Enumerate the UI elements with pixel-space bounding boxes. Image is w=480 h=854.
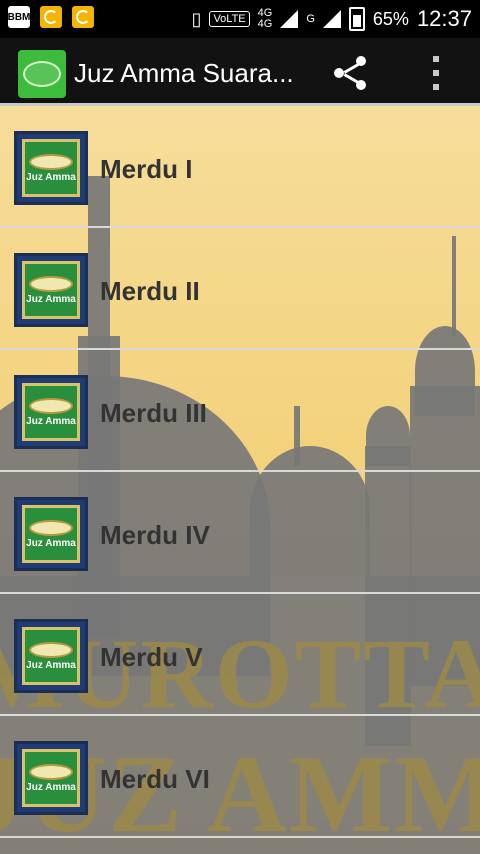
sync-icon	[40, 6, 62, 28]
app-icon[interactable]	[18, 50, 66, 98]
list-item[interactable]: Juz Amma Merdu VI	[0, 716, 480, 838]
list-item[interactable]: Juz Amma Merdu V	[0, 594, 480, 716]
list-item-label: Merdu II	[100, 276, 200, 306]
battery-icon	[348, 7, 365, 31]
content-area: MUROTTAL JUZ AMMA Juz Amma Merdu I Juz A…	[0, 106, 480, 854]
list-item-label: Merdu VI	[100, 764, 210, 794]
list-item[interactable]: Juz Amma Merdu III	[0, 350, 480, 472]
list-item[interactable]: Juz Amma Merdu IV	[0, 472, 480, 594]
list-item[interactable]: Juz Amma Merdu II	[0, 228, 480, 350]
signal-icon-2	[322, 10, 341, 28]
juz-amma-thumbnail: Juz Amma	[14, 375, 88, 449]
action-bar: Juz Amma Suara...	[0, 38, 480, 106]
more-vert-icon[interactable]	[430, 56, 442, 90]
list-item-label: Merdu V	[100, 642, 203, 672]
thumbnail-text: Juz Amma	[26, 659, 76, 671]
list-item-label: Merdu III	[100, 398, 207, 428]
juz-amma-thumbnail: Juz Amma	[14, 497, 88, 571]
track-list: Juz Amma Merdu I Juz Amma Merdu II Juz A…	[0, 106, 480, 838]
notification-icons: BBM	[8, 6, 94, 28]
share-icon[interactable]	[334, 56, 368, 90]
g-label: G	[306, 12, 315, 25]
signal-icon	[280, 10, 299, 28]
clock: 12:37	[416, 6, 472, 31]
status-icons: ▯ VoLTE 4G 4G G 65% 12:37	[192, 0, 472, 38]
thumbnail-text: Juz Amma	[26, 171, 76, 183]
juz-amma-thumbnail: Juz Amma	[14, 131, 88, 205]
list-item-label: Merdu I	[100, 154, 193, 184]
bbm-label: BBM	[7, 11, 31, 23]
vibrate-icon: ▯	[191, 8, 202, 29]
status-bar: BBM ▯ VoLTE 4G 4G G 65% 12:37	[0, 0, 480, 38]
thumbnail-text: Juz Amma	[26, 537, 76, 549]
list-item[interactable]: Juz Amma Merdu I	[0, 106, 480, 228]
juz-amma-thumbnail: Juz Amma	[14, 741, 88, 815]
bbm-icon: BBM	[8, 6, 30, 28]
thumbnail-text: Juz Amma	[26, 781, 76, 793]
battery-percent: 65%	[372, 8, 409, 29]
thumbnail-text: Juz Amma	[26, 415, 76, 427]
network-type: 4G 4G	[258, 8, 273, 30]
juz-amma-thumbnail: Juz Amma	[14, 253, 88, 327]
thumbnail-text: Juz Amma	[26, 293, 76, 305]
juz-amma-thumbnail: Juz Amma	[14, 619, 88, 693]
loading-icon	[72, 6, 94, 28]
app-title: Juz Amma Suara...	[74, 58, 294, 88]
volte-badge: VoLTE	[209, 11, 250, 27]
network-type-lower: 4G	[257, 18, 273, 30]
list-item-label: Merdu IV	[100, 520, 210, 550]
